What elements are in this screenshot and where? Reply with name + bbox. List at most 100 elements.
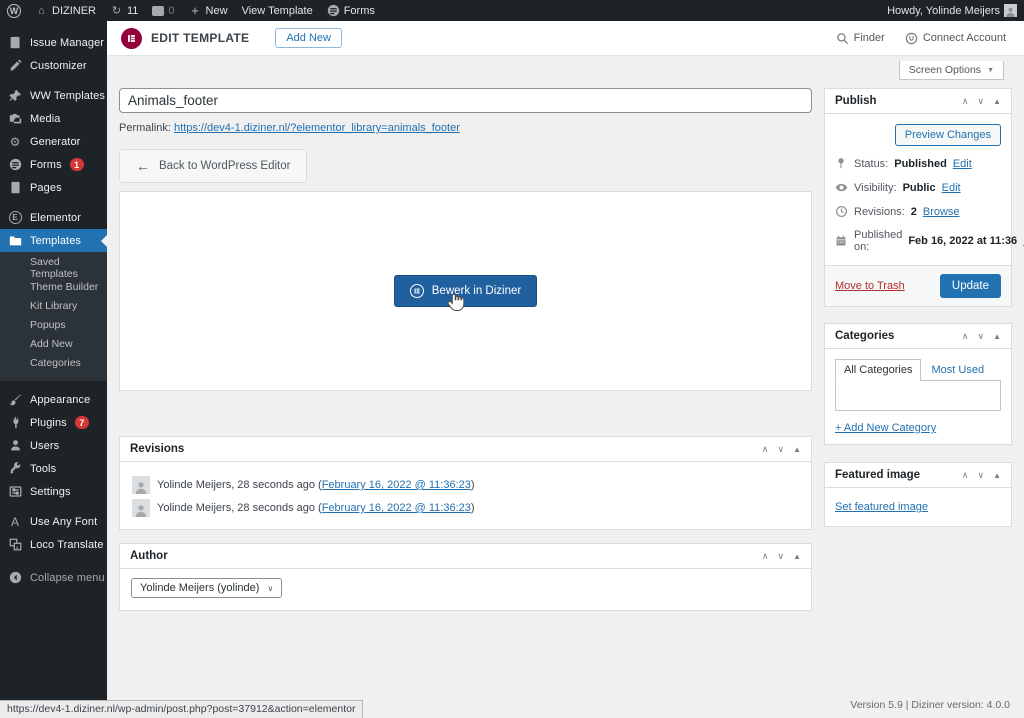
sidebar-item-ww-templates[interactable]: WW Templates (0, 84, 107, 107)
move-up-icon[interactable]: ∧ (762, 551, 769, 562)
sidebar-item-templates[interactable]: Templates (0, 229, 107, 252)
screen-options-button[interactable]: Screen Options ▼ (899, 61, 1004, 80)
publish-row-label: Revisions: (854, 206, 905, 218)
move-up-icon[interactable]: ∧ (762, 444, 769, 455)
move-up-icon[interactable]: ∧ (962, 470, 969, 481)
submenu-item-saved-templates[interactable]: Saved Templates (0, 258, 107, 277)
toggle-panel-icon[interactable]: ▲ (993, 471, 1001, 480)
permalink-row: Permalink: https://dev4-1.diziner.nl/?el… (119, 122, 812, 134)
brush-icon (8, 393, 22, 407)
toggle-panel-icon[interactable]: ▲ (793, 445, 801, 454)
tab-most-used[interactable]: Most Used (921, 360, 994, 380)
author-select[interactable]: Yolinde Meijers (yolinde) ∨ (131, 578, 282, 598)
bewerk-button-label: Bewerk in Diziner (432, 285, 521, 297)
revisions-title: Revisions (130, 443, 184, 455)
updates-menu[interactable]: ↻ 11 (103, 0, 145, 21)
bewerk-in-diziner-button[interactable]: Bewerk in Diziner (394, 275, 537, 307)
publish-row-value: 2 (911, 206, 917, 218)
finder-button[interactable]: Finder (836, 32, 885, 45)
admin-bar: W ⌂ DIZINER ↻ 11 0 + New View Template F… (0, 0, 1024, 21)
content-area: Permalink: https://dev4-1.diziner.nl/?el… (119, 88, 1012, 611)
forms-menu[interactable]: Forms (320, 0, 382, 21)
tab-all-categories[interactable]: All Categories (835, 359, 921, 381)
sidebar-item-label: Issue Manager (30, 37, 104, 49)
sidebar-item-forms[interactable]: Forms 1 (0, 153, 107, 176)
view-template-menu[interactable]: View Template (235, 0, 320, 21)
plugin-icon (8, 416, 22, 430)
add-new-button[interactable]: Add New (275, 28, 342, 48)
back-button-label: Back to WordPress Editor (159, 160, 290, 172)
sidebar-item-label: Appearance (30, 394, 90, 406)
submenu-item-theme-builder[interactable]: Theme Builder (0, 277, 107, 296)
side-column: Publish ∧ ∨ ▲ Preview Changes Status: Pu… (824, 88, 1012, 611)
template-title-input[interactable] (119, 88, 812, 113)
permalink-link[interactable]: https://dev4-1.diziner.nl/?elementor_lib… (174, 122, 460, 134)
move-down-icon[interactable]: ∨ (777, 551, 784, 562)
sidebar-item-elementor[interactable]: E Elementor (0, 206, 107, 229)
sidebar-item-pages[interactable]: Pages (0, 176, 107, 199)
revision-date-link[interactable]: February 16, 2022 @ 11:36:23 (322, 502, 471, 514)
toggle-panel-icon[interactable]: ▲ (993, 97, 1001, 106)
sidebar-item-generator[interactable]: ⚙ Generator (0, 130, 107, 153)
update-button[interactable]: Update (940, 274, 1001, 298)
publish-panel-footer: Move to Trash Update (825, 265, 1011, 306)
my-account-menu[interactable]: Howdy, Yolinde Meijers (880, 0, 1024, 21)
comments-menu[interactable]: 0 (145, 0, 181, 21)
sidebar-item-use-any-font[interactable]: A Use Any Font (0, 510, 107, 533)
publish-panel-header[interactable]: Publish ∧ ∨ ▲ (825, 89, 1011, 114)
sidebar-item-users[interactable]: Users (0, 434, 107, 457)
site-name: DIZINER (52, 5, 96, 17)
sidebar-item-issue-manager[interactable]: Issue Manager (0, 31, 107, 54)
collapse-menu-button[interactable]: Collapse menu (0, 566, 107, 589)
sidebar-item-label: Settings (30, 486, 71, 498)
sidebar-item-label: Pages (30, 182, 62, 194)
set-featured-image-link[interactable]: Set featured image (835, 501, 928, 513)
back-to-wordpress-editor-button[interactable]: ← Back to WordPress Editor (119, 149, 307, 183)
sidebar-item-settings[interactable]: Settings (0, 480, 107, 503)
connect-account-button[interactable]: Connect Account (905, 32, 1006, 45)
sidebar-item-loco-translate[interactable]: a Loco Translate (0, 533, 107, 556)
move-up-icon[interactable]: ∧ (962, 96, 969, 107)
move-up-icon[interactable]: ∧ (962, 331, 969, 342)
submenu-item-add-new[interactable]: Add New (0, 334, 107, 353)
featured-image-panel-header[interactable]: Featured image ∧ ∨ ▲ (825, 463, 1011, 488)
browser-status-url: https://dev4-1.diziner.nl/wp-admin/post.… (0, 700, 363, 718)
categories-list[interactable] (835, 380, 1001, 411)
move-down-icon[interactable]: ∨ (777, 444, 784, 455)
toggle-panel-icon[interactable]: ▲ (793, 552, 801, 561)
sidebar-item-plugins[interactable]: Plugins 7 (0, 411, 107, 434)
new-content-menu[interactable]: + New (182, 0, 235, 21)
sidebar-item-customizer[interactable]: Customizer (0, 54, 107, 77)
move-down-icon[interactable]: ∨ (977, 331, 984, 342)
submenu-item-popups[interactable]: Popups (0, 315, 107, 334)
calendar-icon (835, 235, 848, 248)
sidebar-item-tools[interactable]: Tools (0, 457, 107, 480)
publish-row-label: Status: (854, 158, 888, 170)
elementor-editor-placeholder: Bewerk in Diziner (119, 191, 812, 391)
revision-date-link[interactable]: February 16, 2022 @ 11:36:23 (322, 479, 471, 491)
visibility-edit-link[interactable]: Edit (942, 182, 961, 194)
submenu-item-categories[interactable]: Categories (0, 353, 107, 372)
site-name-menu[interactable]: ⌂ DIZINER (28, 0, 103, 21)
author-panel-header[interactable]: Author ∧ ∨ ▲ (120, 544, 811, 569)
sidebar-item-label: Elementor (30, 212, 81, 224)
submenu-item-kit-library[interactable]: Kit Library (0, 296, 107, 315)
revision-text: Yolinde Meijers, 28 seconds ago ( (157, 502, 322, 514)
status-edit-link[interactable]: Edit (953, 158, 972, 170)
categories-panel-header[interactable]: Categories ∧ ∨ ▲ (825, 324, 1011, 349)
toggle-panel-icon[interactable]: ▲ (993, 332, 1001, 341)
settings-sliders-icon (8, 485, 22, 499)
add-new-category-link[interactable]: + Add New Category (835, 422, 936, 434)
menu-separator (0, 77, 107, 84)
move-to-trash-link[interactable]: Move to Trash (835, 280, 905, 292)
wordpress-menu[interactable]: W (0, 0, 28, 21)
publish-title: Publish (835, 95, 877, 107)
sidebar-item-appearance[interactable]: Appearance (0, 388, 107, 411)
user-icon (8, 439, 22, 453)
sidebar-item-media[interactable]: Media (0, 107, 107, 130)
move-down-icon[interactable]: ∨ (977, 96, 984, 107)
revisions-browse-link[interactable]: Browse (923, 206, 960, 218)
move-down-icon[interactable]: ∨ (977, 470, 984, 481)
revisions-panel-header[interactable]: Revisions ∧ ∨ ▲ (120, 437, 811, 462)
preview-changes-button[interactable]: Preview Changes (895, 124, 1001, 146)
